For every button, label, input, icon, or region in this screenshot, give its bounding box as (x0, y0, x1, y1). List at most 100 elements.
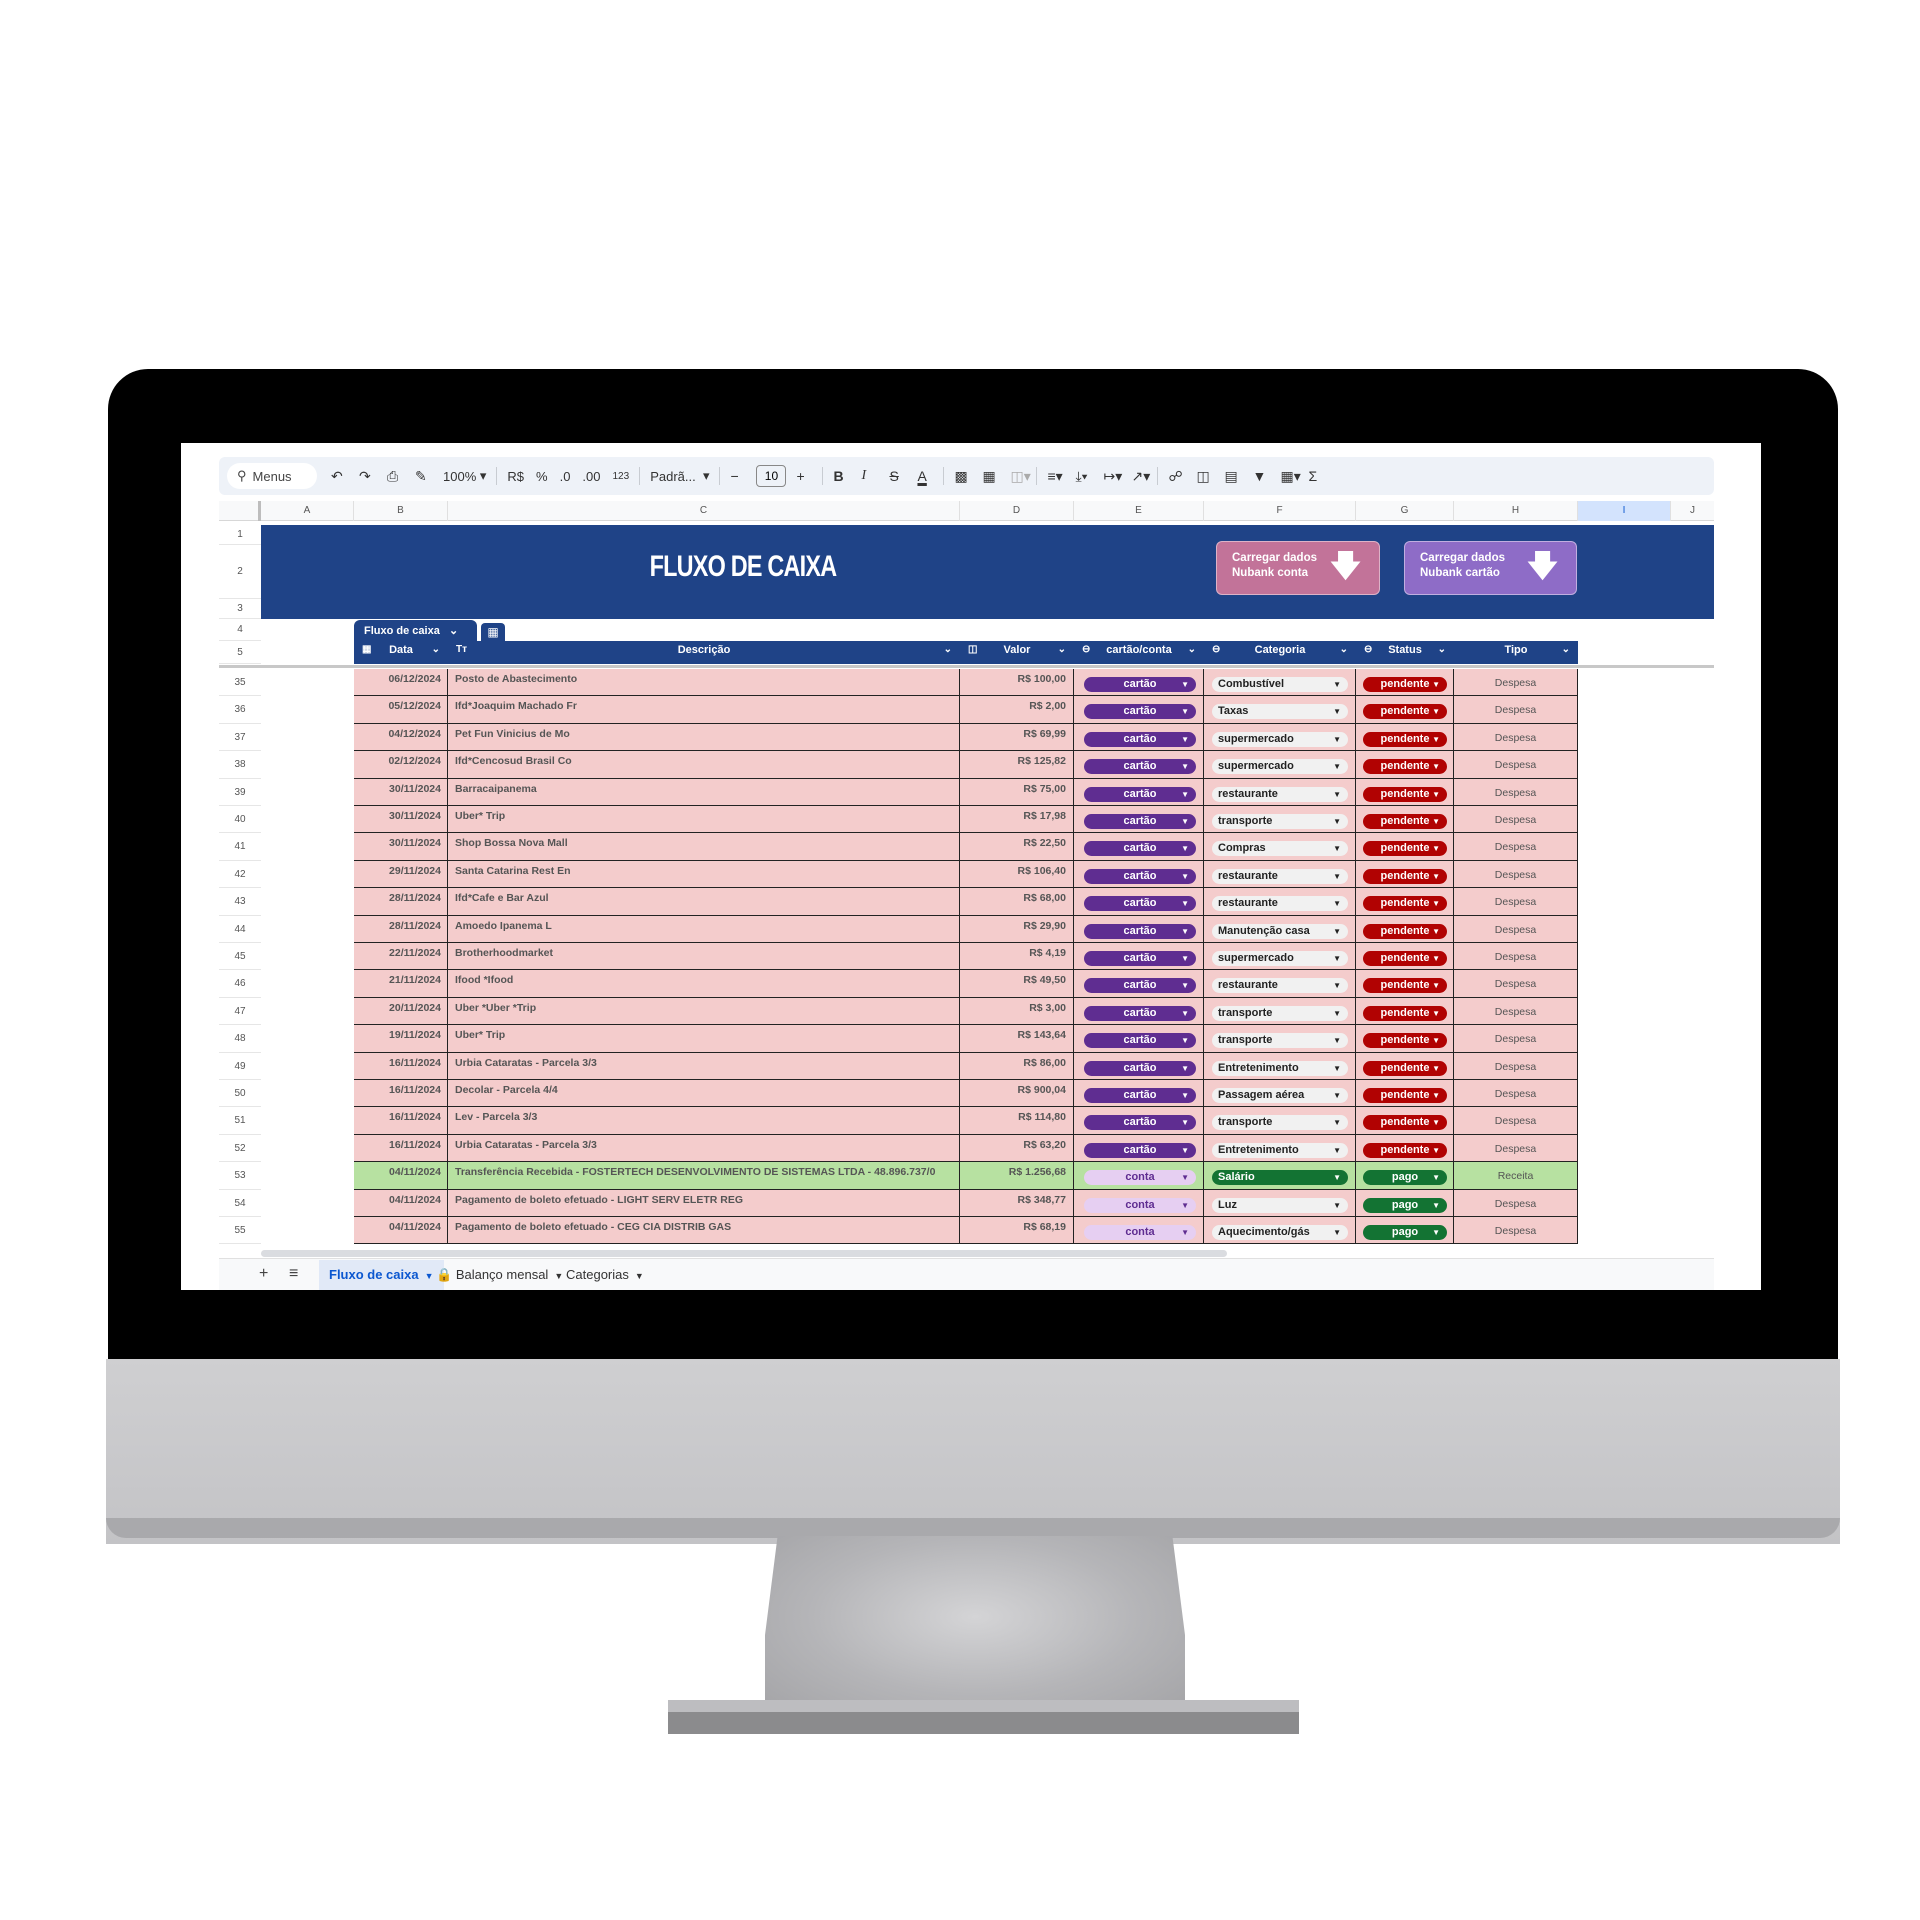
table-row[interactable]: 28/11/2024 Amoedo Ipanema L R$ 29,90 cartão… (354, 915, 1578, 943)
link-icon[interactable]: ☍ (1162, 463, 1190, 489)
status-chip[interactable]: pendente ▼ (1363, 978, 1447, 994)
select-all-corner[interactable] (219, 501, 261, 521)
cell-category[interactable]: restaurante ▼ (1204, 860, 1356, 888)
horizontal-align-icon[interactable]: ≡▾ (1041, 463, 1069, 489)
header-categoria[interactable]: ⊖ Categoria ⌄ (1204, 641, 1356, 664)
account-chip[interactable]: conta ▼ (1084, 1225, 1196, 1240)
cell-date[interactable]: 02/12/2024 (354, 751, 448, 779)
cell-description[interactable]: Ifd*Joaquim Machado Fr (448, 696, 960, 724)
cell-description[interactable]: Uber* Trip (448, 1025, 960, 1053)
text-color-button[interactable]: A (911, 463, 939, 489)
cell-status[interactable]: pendente ▼ (1356, 1107, 1454, 1135)
cell-status[interactable]: pendente ▼ (1356, 778, 1454, 806)
cell-type[interactable]: Despesa (1454, 1134, 1578, 1162)
table-row[interactable]: 21/11/2024 Ifood *Ifood R$ 49,50 cartão ▼ res… (354, 970, 1578, 998)
cell-type[interactable]: Despesa (1454, 915, 1578, 943)
chevron-down-icon[interactable]: ⌄ (432, 641, 440, 659)
category-chip[interactable]: restaurante ▼ (1212, 786, 1348, 802)
cell-category[interactable]: Luz ▼ (1204, 1189, 1356, 1217)
row-number[interactable]: 40 (219, 806, 261, 834)
status-chip[interactable]: pendente ▼ (1363, 704, 1447, 720)
text-wrap-icon[interactable]: ↦▾ (1097, 463, 1125, 489)
font-select[interactable]: Padrã... ▾ (644, 463, 715, 489)
table-row[interactable]: 06/12/2024 Posto de Abastecimento R$ 100,0… (354, 669, 1578, 697)
cell-category[interactable]: Taxas ▼ (1204, 696, 1356, 724)
paint-format-icon[interactable]: ✎ (409, 463, 437, 489)
row-number[interactable]: 42 (219, 860, 261, 889)
cell-description[interactable]: Uber* Trip (448, 806, 960, 833)
account-chip[interactable]: conta ▼ (1084, 1170, 1196, 1186)
cell-value[interactable]: R$ 143,64 (960, 1025, 1074, 1053)
cell-type[interactable]: Despesa (1454, 997, 1578, 1025)
cell-status[interactable]: pago ▼ (1356, 1189, 1454, 1217)
account-chip[interactable]: cartão ▼ (1084, 814, 1196, 829)
cell-account[interactable]: cartão ▼ (1074, 997, 1204, 1025)
status-chip[interactable]: pendente ▼ (1363, 1033, 1447, 1049)
sheet-tab-balanco-mensal[interactable]: 🔒 Balanço mensal ▼ (426, 1260, 573, 1290)
category-chip[interactable]: transporte ▼ (1212, 814, 1348, 829)
all-sheets-icon[interactable]: ≡ (289, 1265, 298, 1283)
cell-date[interactable]: 28/11/2024 (354, 888, 448, 916)
column-header-h[interactable]: H (1454, 501, 1578, 521)
row-number[interactable]: 51 (219, 1107, 261, 1135)
status-chip[interactable]: pendente ▼ (1363, 814, 1447, 829)
category-chip[interactable]: Luz ▼ (1212, 1197, 1348, 1213)
category-chip[interactable]: restaurante ▼ (1212, 896, 1348, 912)
category-chip[interactable]: restaurante ▼ (1212, 868, 1348, 884)
zoom-select[interactable]: 100% ▾ (437, 463, 492, 489)
account-chip[interactable]: conta ▼ (1084, 1197, 1196, 1213)
cell-value[interactable]: R$ 69,99 (960, 723, 1074, 751)
cell-account[interactable]: cartão ▼ (1074, 806, 1204, 833)
row-number[interactable]: 5 (219, 641, 261, 664)
cell-category[interactable]: supermercado ▼ (1204, 723, 1356, 751)
cell-category[interactable]: Passagem aérea ▼ (1204, 1080, 1356, 1107)
status-chip[interactable]: pendente ▼ (1363, 1060, 1447, 1076)
cell-category[interactable]: transporte ▼ (1204, 1025, 1356, 1053)
cell-description[interactable]: Amoedo Ipanema L (448, 915, 960, 943)
cell-date[interactable]: 04/11/2024 (354, 1217, 448, 1244)
cell-description[interactable]: Decolar - Parcela 4/4 (448, 1080, 960, 1107)
cell-value[interactable]: R$ 106,40 (960, 860, 1074, 888)
cell-description[interactable]: Posto de Abastecimento (448, 669, 960, 696)
column-header-a[interactable]: A (261, 501, 354, 521)
cell-date[interactable]: 28/11/2024 (354, 915, 448, 943)
category-chip[interactable]: Passagem aérea ▼ (1212, 1088, 1348, 1103)
print-icon[interactable]: ⎙ (381, 463, 409, 489)
cell-status[interactable]: pendente ▼ (1356, 723, 1454, 751)
row-number[interactable]: 1 (219, 525, 261, 545)
cell-type[interactable]: Despesa (1454, 1080, 1578, 1107)
row-number[interactable]: 35 (219, 669, 261, 697)
table-row[interactable]: 16/11/2024 Urbia Cataratas - Parcela 3/3 R… (354, 1134, 1578, 1163)
cell-type[interactable]: Despesa (1454, 1052, 1578, 1080)
cell-category[interactable]: transporte ▼ (1204, 1107, 1356, 1135)
header-data[interactable]: ▦ Data ⌄ (354, 641, 448, 664)
table-row[interactable]: 16/11/2024 Urbia Cataratas - Parcela 3/3 R… (354, 1052, 1578, 1080)
cell-account[interactable]: cartão ▼ (1074, 888, 1204, 916)
chevron-down-icon[interactable]: ⌄ (1058, 641, 1066, 659)
cell-type[interactable]: Despesa (1454, 806, 1578, 833)
cell-value[interactable]: R$ 1.256,68 (960, 1162, 1074, 1190)
row-number[interactable]: 50 (219, 1080, 261, 1108)
table-view-icon[interactable]: ▦ (481, 623, 505, 642)
cell-description[interactable]: Pagamento de boleto efetuado - LIGHT SER… (448, 1189, 960, 1217)
cell-value[interactable]: R$ 900,04 (960, 1080, 1074, 1107)
cell-type[interactable]: Despesa (1454, 669, 1578, 696)
functions-button[interactable]: Σ (1302, 463, 1330, 489)
category-chip[interactable]: Taxas ▼ (1212, 704, 1348, 720)
category-chip[interactable]: transporte ▼ (1212, 1005, 1348, 1021)
cell-account[interactable]: cartão ▼ (1074, 970, 1204, 998)
cell-category[interactable]: transporte ▼ (1204, 997, 1356, 1025)
cell-date[interactable]: 30/11/2024 (354, 778, 448, 806)
row-number[interactable]: 53 (219, 1162, 261, 1190)
cell-value[interactable]: R$ 29,90 (960, 915, 1074, 943)
status-chip[interactable]: pendente ▼ (1363, 1005, 1447, 1021)
table-row[interactable]: 28/11/2024 Ifd*Cafe e Bar Azul R$ 68,00 car… (354, 888, 1578, 916)
cell-description[interactable]: Uber *Uber *Trip (448, 997, 960, 1025)
cell-account[interactable]: cartão ▼ (1074, 833, 1204, 861)
cell-date[interactable]: 06/12/2024 (354, 669, 448, 696)
column-header-i[interactable]: I (1578, 501, 1671, 521)
row-number[interactable]: 2 (219, 545, 261, 599)
account-chip[interactable]: cartão ▼ (1084, 1115, 1196, 1131)
cell-account[interactable]: cartão ▼ (1074, 723, 1204, 751)
table-row[interactable]: 16/11/2024 Lev - Parcela 3/3 R$ 114,80 cart… (354, 1107, 1578, 1135)
